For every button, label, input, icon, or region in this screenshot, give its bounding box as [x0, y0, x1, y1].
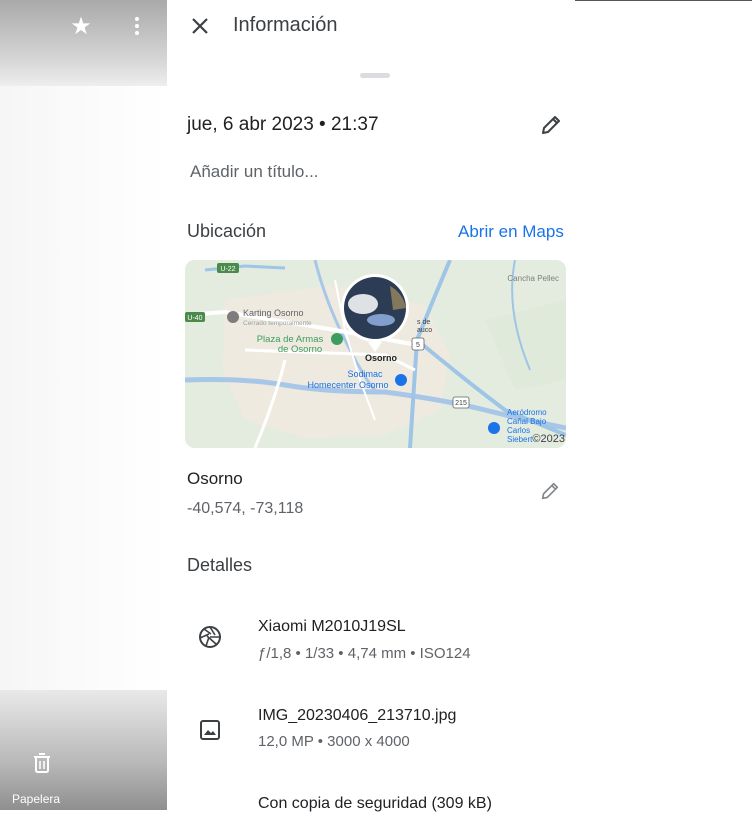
image-icon	[198, 718, 222, 742]
map-label-aero3: Carlos	[507, 426, 530, 435]
add-title-input[interactable]: Añadir un título...	[190, 162, 319, 182]
edit-location-icon[interactable]	[539, 480, 561, 502]
map-label-plaza2: de Osorno	[278, 344, 322, 355]
map-label-karting-sub: Cerrado temporalmente	[243, 320, 312, 327]
map-graphic: U-22 U-40 5 215 Karting Osorno Cerrado t…	[185, 260, 566, 448]
trash-label[interactable]: Papelera	[12, 792, 60, 806]
aperture-icon	[198, 625, 222, 649]
file-name: IMG_20230406_213710.jpg	[258, 707, 457, 724]
map-copyright: ©2023	[532, 433, 565, 445]
drag-handle[interactable]	[360, 73, 390, 78]
place-name: Osorno	[187, 469, 243, 488]
map-label-aero1: Aeródromo	[507, 408, 547, 417]
map-label-sodimac2: Homecenter Osorno	[307, 380, 388, 390]
map-label-aero2: Cañal Bajo	[507, 417, 547, 426]
trash-icon[interactable]	[32, 752, 52, 774]
map-label-osorno: Osorno	[365, 353, 398, 363]
camera-model: Xiaomi M2010J19SL	[258, 618, 406, 635]
backup-status: Con copia de seguridad (309 kB)	[258, 795, 492, 812]
open-in-maps-link[interactable]: Abrir en Maps	[458, 222, 564, 242]
map-label-karting: Karting Osorno	[243, 308, 304, 318]
more-vert-icon[interactable]	[129, 14, 145, 40]
photo-viewer-strip	[0, 0, 167, 810]
camera-settings: ƒ/1,8 • 1/33 • 4,74 mm • ISO124	[258, 645, 471, 662]
coordinates: -40,574, -73,118	[187, 500, 304, 517]
map-label-sodimac1: Sodimac	[347, 369, 383, 379]
map-label-partial2: auco	[417, 327, 432, 334]
close-icon[interactable]	[188, 14, 212, 38]
map-label-partial: s de	[417, 319, 430, 326]
star-icon[interactable]: ★	[68, 14, 94, 40]
map-label-aero4: Siebert	[507, 435, 533, 444]
info-panel: Información jue, 6 abr 2023 • 21:37 Añad…	[167, 0, 752, 812]
file-resolution: 12,0 MP • 3000 x 4000	[258, 733, 410, 750]
panel-title: Información	[233, 14, 338, 36]
details-heading: Detalles	[187, 555, 253, 575]
map-road-215: 215	[455, 400, 467, 407]
map-label-cancha: Cancha Pellec	[507, 274, 559, 283]
map-road-u40: U-40	[187, 315, 202, 322]
map-road-5: 5	[416, 342, 420, 349]
location-heading: Ubicación	[187, 221, 267, 241]
map-road-u22: U-22	[220, 266, 235, 273]
photo-datetime: jue, 6 abr 2023 • 21:37	[187, 114, 379, 135]
edit-datetime-icon[interactable]	[539, 113, 563, 137]
location-map[interactable]: U-22 U-40 5 215 Karting Osorno Cerrado t…	[185, 260, 566, 448]
top-divider	[575, 0, 752, 1]
